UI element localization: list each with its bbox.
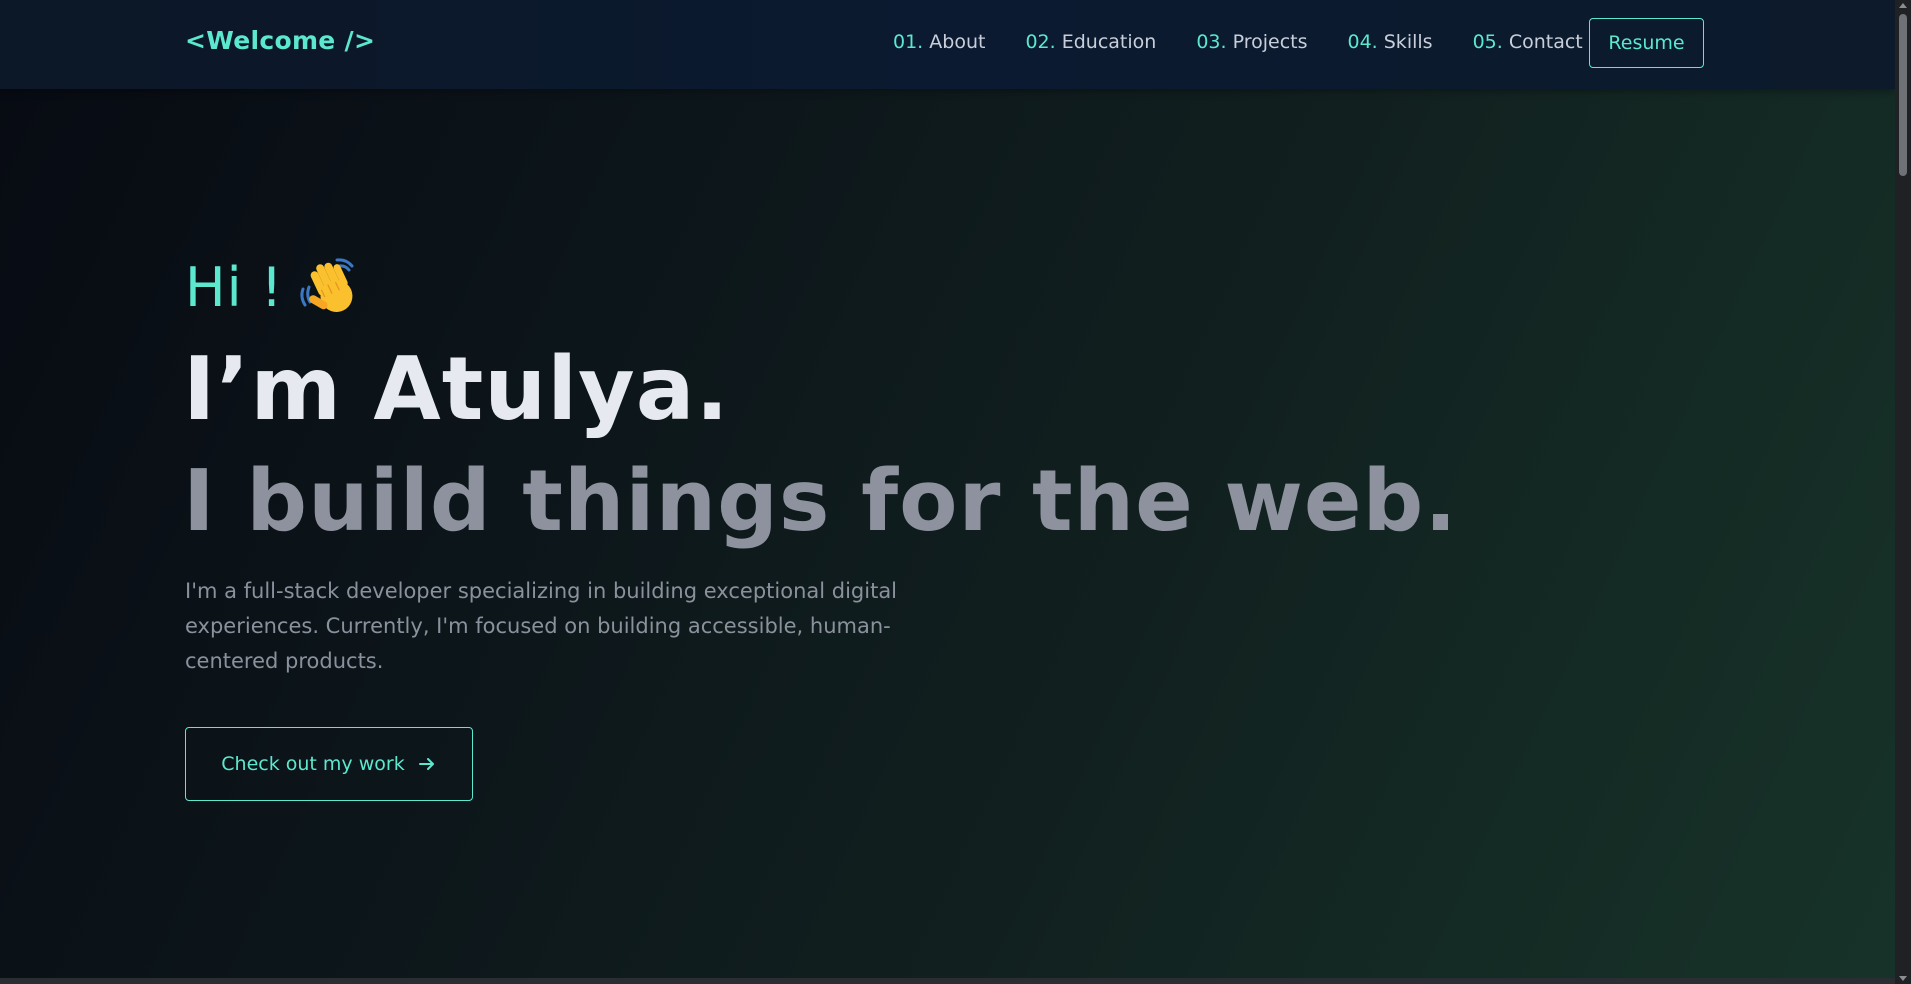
portfolio-page: <Welcome /> 01. About 02. Education 03. …	[0, 0, 1895, 984]
nav-number: 02.	[1025, 31, 1056, 53]
nav-label: Education	[1061, 31, 1157, 53]
nav-link-education[interactable]: 02. Education	[1025, 31, 1156, 53]
hero-tagline: I build things for the web.	[183, 452, 1458, 551]
nav-number: 05.	[1472, 31, 1503, 53]
horizontal-edge	[0, 978, 1895, 984]
navbar: <Welcome /> 01. About 02. Education 03. …	[0, 0, 1895, 89]
nav-label: About	[929, 31, 986, 53]
vertical-scrollbar[interactable]	[1895, 0, 1911, 984]
nav-link-skills[interactable]: 04. Skills	[1347, 31, 1432, 53]
nav-number: 04.	[1347, 31, 1378, 53]
nav-label: Skills	[1383, 31, 1433, 53]
scrollbar-thumb[interactable]	[1899, 14, 1907, 176]
check-out-work-button[interactable]: Check out my work	[185, 727, 473, 801]
arrow-right-icon	[418, 758, 434, 770]
resume-button[interactable]: Resume	[1589, 18, 1704, 68]
nav-links: 01. About 02. Education 03. Projects 04.…	[893, 31, 1583, 53]
nav-label: Projects	[1232, 31, 1308, 53]
nav-link-projects[interactable]: 03. Projects	[1196, 31, 1307, 53]
greeting-text: Hi !	[185, 255, 284, 319]
waving-hand-icon	[300, 258, 354, 313]
site-logo[interactable]: <Welcome />	[185, 26, 375, 55]
nav-link-about[interactable]: 01. About	[893, 31, 985, 53]
greeting-line: Hi !	[185, 255, 363, 319]
scroll-down-arrow-icon[interactable]	[1899, 976, 1907, 981]
nav-number: 03.	[1196, 31, 1227, 53]
nav-link-contact[interactable]: 05. Contact	[1473, 31, 1583, 53]
hero-name: I’m Atulya.	[183, 338, 730, 440]
nav-label: Contact	[1508, 31, 1583, 53]
scroll-up-arrow-icon[interactable]	[1899, 3, 1907, 8]
cta-label: Check out my work	[221, 753, 405, 775]
nav-number: 01.	[893, 31, 924, 53]
hero-description: I'm a full-stack developer specializing …	[185, 579, 898, 673]
